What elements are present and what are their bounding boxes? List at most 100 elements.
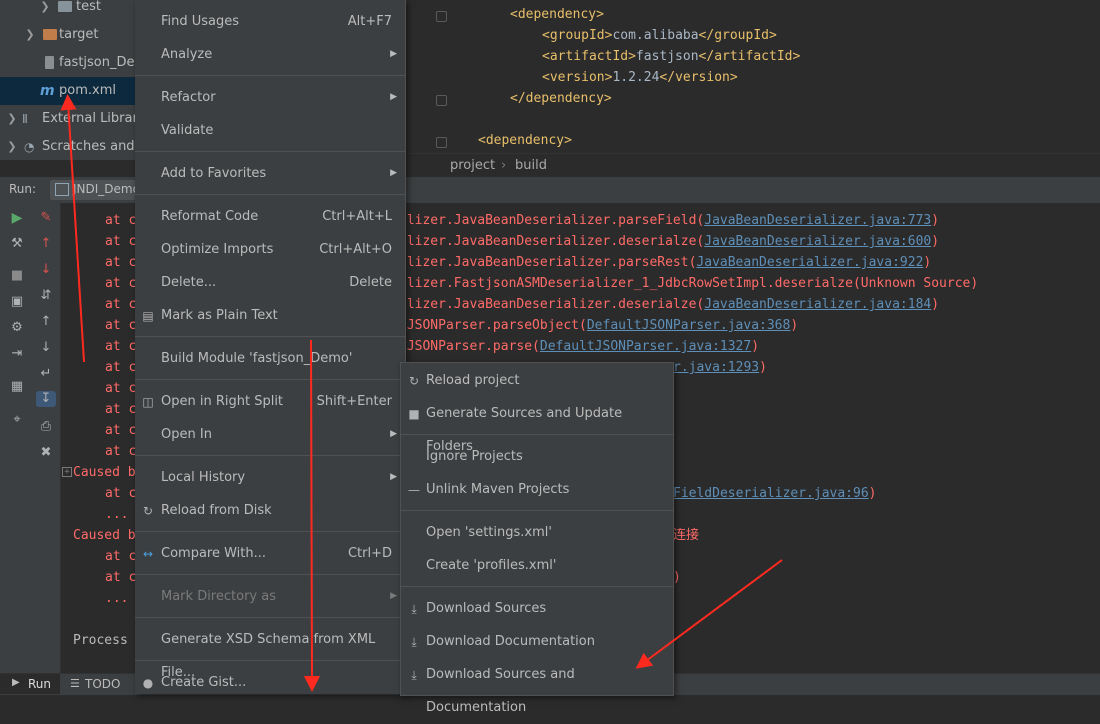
chevron-right-icon[interactable]: ❯: [7, 105, 17, 133]
menu-item-ignore-projects[interactable]: Ignore Projects: [401, 440, 673, 473]
menu-item-reformat-code[interactable]: Reformat Code Ctrl+Alt+L: [135, 200, 405, 233]
arrow-down-icon[interactable]: ↓: [38, 262, 54, 278]
up-icon[interactable]: ↑: [38, 314, 54, 330]
console-line: alizer.FastjsonASMDeserializer_1_JdbcRow…: [399, 276, 979, 291]
source-link[interactable]: JavaBeanDeserializer.java:184: [704, 297, 931, 312]
menu-item-validate[interactable]: Validate: [135, 114, 405, 147]
menu-item-label: Reformat Code: [161, 209, 259, 224]
maven-submenu: ↻ Reload project ■ Generate Sources and …: [400, 362, 674, 715]
plain-text-icon: ▤: [142, 309, 154, 323]
code-editor[interactable]: <dependency> <groupId>com.alibaba</group…: [405, 0, 1100, 153]
breadcrumb-item[interactable]: build: [515, 154, 547, 178]
fold-marker-icon[interactable]: [436, 11, 447, 22]
menu-item-find-usages[interactable]: Find Usages Alt+F7: [135, 5, 405, 38]
fold-marker-icon[interactable]: [436, 95, 447, 106]
menu-item-generate-xsd[interactable]: Generate XSD Schema from XML File...: [135, 623, 405, 680]
source-link[interactable]: JavaBeanDeserializer.java:922: [696, 255, 923, 270]
bottom-run-tab[interactable]: ▶ Run: [0, 674, 60, 694]
menu-item-optimize-imports[interactable]: Optimize Imports Ctrl+Alt+O: [135, 233, 405, 266]
settings-icon[interactable]: ⚙: [9, 320, 25, 336]
pin-icon[interactable]: ⌖: [9, 412, 25, 428]
exit-icon[interactable]: ⇥: [9, 346, 25, 362]
rerun-icon[interactable]: ▶: [9, 210, 25, 226]
layout-icon[interactable]: ▦: [9, 379, 25, 395]
wrench-icon[interactable]: ⚒: [9, 236, 25, 252]
source-link[interactable]: DefaultJSONParser.java:1327: [540, 339, 751, 354]
expand-icon[interactable]: +: [62, 467, 72, 477]
tree-item-test[interactable]: ❯ test: [0, 0, 140, 21]
menu-item-create-gist[interactable]: ● Create Gist...: [135, 666, 405, 699]
scroll-to-end-icon[interactable]: ↧: [36, 391, 56, 407]
edit-icon[interactable]: ✎: [38, 210, 54, 226]
menu-item-label: Unlink Maven Projects: [426, 482, 570, 497]
source-link[interactable]: r.java:1293: [673, 360, 759, 375]
menu-item-unlink-maven-projects[interactable]: — Unlink Maven Projects: [401, 473, 673, 506]
tree-item-label: Scratches and Consoles: [42, 139, 140, 154]
menu-item-compare-with[interactable]: ↔ Compare With... Ctrl+D: [135, 537, 405, 570]
source-link[interactable]: DefaultJSONParser.java:368: [587, 318, 791, 333]
list-icon: ☰: [70, 677, 80, 690]
menu-item-open-settings-xml[interactable]: Open 'settings.xml': [401, 516, 673, 549]
console-line: alizer.JavaBeanDeserializer.parseField(J…: [399, 213, 940, 228]
menu-separator: [401, 434, 673, 435]
run-tab[interactable]: JNDI_Demo: [50, 180, 140, 200]
down-icon[interactable]: ↓: [38, 340, 54, 356]
chevron-right-icon[interactable]: ❯: [25, 21, 35, 49]
menu-item-reload-from-disk[interactable]: ↻ Reload from Disk: [135, 494, 405, 527]
stop-icon[interactable]: ■: [9, 268, 25, 284]
menu-item-download-sources[interactable]: ⤓ Download Sources: [401, 592, 673, 625]
todo-tab-label: TODO: [85, 677, 121, 691]
arrow-up-icon[interactable]: ↑: [38, 236, 54, 252]
menu-item-analyze[interactable]: Analyze ▶: [135, 38, 405, 71]
menu-item-mark-as-plain-text[interactable]: ▤ Mark as Plain Text: [135, 299, 405, 332]
menu-item-label: Create 'profiles.xml': [426, 558, 557, 573]
tree-item-label: External Libraries: [42, 111, 140, 126]
menu-item-label: Local History: [161, 470, 246, 485]
tree-item-scratches[interactable]: ❯ ◔ Scratches and Consoles: [0, 133, 140, 160]
menu-item-build-module[interactable]: Build Module 'fastjson_Demo': [135, 342, 405, 375]
source-link[interactable]: FieldDeserializer.java:96: [673, 486, 869, 501]
print-icon[interactable]: ⎙: [38, 419, 54, 435]
menu-item-generate-sources[interactable]: ■ Generate Sources and Update Folders: [401, 397, 673, 454]
menu-item-label: Open 'settings.xml': [426, 525, 552, 540]
menu-item-create-profiles-xml[interactable]: Create 'profiles.xml': [401, 549, 673, 582]
camera-icon[interactable]: ▣: [9, 294, 25, 310]
menu-item-label: Compare With...: [161, 546, 267, 561]
menu-separator: [135, 75, 405, 76]
menu-item-download-sources-and-documentation[interactable]: ⤓ Download Sources and Documentation: [401, 658, 673, 715]
run-toolbar-left: ▶ ⚒ ■ ▣ ⚙ ⇥ ▦ ⌖: [0, 203, 33, 673]
tree-item-pom[interactable]: m pom.xml: [0, 77, 140, 105]
tree-item-external-libraries[interactable]: ❯ Ⅱ External Libraries: [0, 105, 140, 133]
menu-separator: [135, 151, 405, 152]
menu-item-add-to-favorites[interactable]: Add to Favorites ▶: [135, 157, 405, 190]
trash-icon[interactable]: ✖: [38, 445, 54, 461]
fold-marker-icon[interactable]: [436, 137, 447, 148]
menu-item-open-in[interactable]: Open In ▶: [135, 418, 405, 451]
menu-item-download-documentation[interactable]: ⤓ Download Documentation: [401, 625, 673, 658]
download-icon: ⤓: [411, 602, 417, 616]
breadcrumb-item[interactable]: project: [450, 154, 495, 178]
sort-icon[interactable]: ⇵: [38, 288, 54, 304]
menu-item-local-history[interactable]: Local History ▶: [135, 461, 405, 494]
tree-item-target[interactable]: ❯ target: [0, 21, 140, 49]
console-line: alizer.JavaBeanDeserializer.deserialze(J…: [399, 297, 940, 312]
split-icon: ◫: [142, 395, 154, 409]
source-link[interactable]: JavaBeanDeserializer.java:773: [704, 213, 931, 228]
chevron-right-icon[interactable]: ❯: [7, 133, 17, 160]
tree-item-iml[interactable]: fastjson_Demo: [0, 49, 140, 77]
console-line: alizer.JavaBeanDeserializer.deserialze(J…: [399, 234, 940, 249]
menu-item-mark-directory-as: Mark Directory as ▶: [135, 580, 405, 613]
console-line: Process: [73, 633, 128, 648]
soft-wrap-icon[interactable]: ↵: [38, 366, 54, 382]
menu-item-delete[interactable]: Delete... Delete: [135, 266, 405, 299]
menu-separator: [135, 194, 405, 195]
library-icon: Ⅱ: [22, 112, 28, 126]
source-link[interactable]: JavaBeanDeserializer.java:600: [704, 234, 931, 249]
menu-item-refactor[interactable]: Refactor ▶: [135, 81, 405, 114]
code-line: <version>1.2.24</version>: [542, 70, 738, 85]
menu-item-reload-project[interactable]: ↻ Reload project: [401, 364, 673, 397]
menu-item-label: Delete...: [161, 275, 217, 290]
console-icon: [55, 183, 69, 196]
menu-item-open-in-right-split[interactable]: ◫ Open in Right Split Shift+Enter: [135, 385, 405, 418]
chevron-right-icon[interactable]: ❯: [40, 0, 50, 21]
